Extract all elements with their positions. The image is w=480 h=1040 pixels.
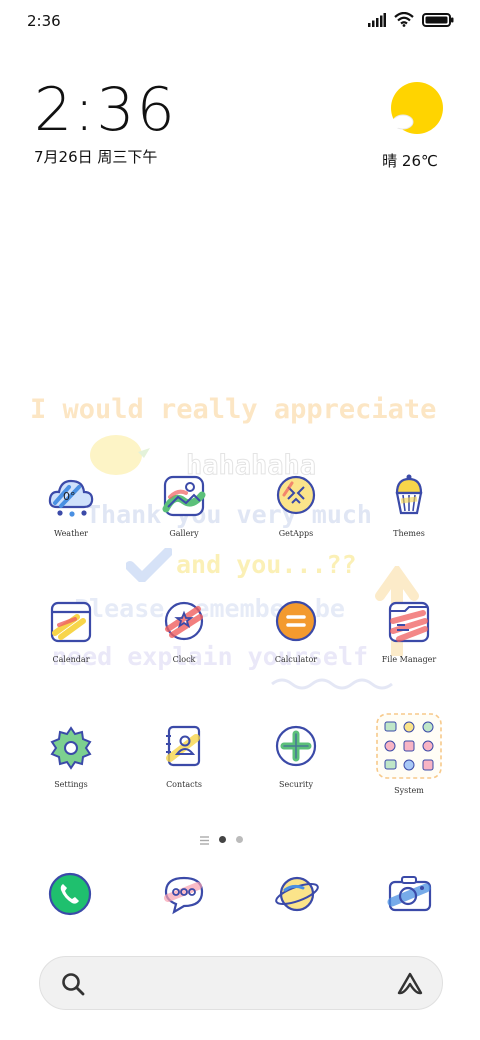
app-themes[interactable]: Themes <box>359 473 459 538</box>
wifi-icon <box>394 11 414 31</box>
feed-lines-icon <box>200 830 209 849</box>
contacts-app-icon <box>160 724 208 772</box>
folder-grid-icon <box>375 712 443 780</box>
clock-app-icon <box>160 599 208 647</box>
shield-plus-app-icon <box>272 724 320 772</box>
svg-text:0°: 0° <box>63 490 76 503</box>
weather-text: 晴 26℃ <box>382 152 438 170</box>
assistant-icon[interactable] <box>396 970 424 1002</box>
getapps-app-icon <box>272 473 320 521</box>
page-dot <box>236 836 243 843</box>
battery-icon <box>422 12 454 31</box>
app-label: GetApps <box>278 529 314 538</box>
dock-phone[interactable] <box>46 870 94 918</box>
app-calendar[interactable]: Calendar <box>21 599 121 664</box>
page-indicator[interactable] <box>200 830 243 849</box>
check-mark-icon <box>125 547 173 586</box>
phone-app-icon <box>46 872 94 922</box>
page-dot-active <box>219 836 226 843</box>
wave-doodle-icon <box>270 676 400 696</box>
app-label: System <box>394 786 424 795</box>
app-clock[interactable]: Clock <box>134 599 234 664</box>
calendar-app-icon <box>47 599 95 647</box>
message-app-icon <box>160 876 208 922</box>
widget-date: 7月26日 周三下午 <box>34 148 158 166</box>
app-calculator[interactable]: Calculator <box>246 599 346 664</box>
app-label: File Manager <box>381 655 437 664</box>
gallery-app-icon <box>160 473 208 521</box>
folder-app-icon <box>385 599 433 647</box>
app-system-folder[interactable]: System <box>359 712 459 795</box>
app-contacts[interactable]: Contacts <box>134 724 234 789</box>
status-bar: 2:36 <box>0 0 480 44</box>
search-icon[interactable] <box>60 971 86 1001</box>
wallpaper-line: I would really appreciate <box>30 394 437 425</box>
app-label: Security <box>279 780 313 789</box>
app-label: Weather <box>54 529 88 538</box>
app-label: Themes <box>393 529 425 538</box>
widget-time: 2:36 <box>34 75 177 145</box>
app-getapps[interactable]: GetApps <box>246 473 346 538</box>
app-label: Calendar <box>52 655 90 664</box>
wallpaper-line: and you...?? <box>176 550 357 579</box>
app-gallery[interactable]: Gallery <box>134 473 234 538</box>
signal-icon <box>368 12 386 31</box>
app-security[interactable]: Security <box>246 724 346 789</box>
browser-planet-icon <box>273 876 321 922</box>
sun-cloud-icon <box>389 82 443 140</box>
app-label: Contacts <box>166 780 202 789</box>
dock-browser[interactable] <box>273 870 321 918</box>
dock-messages[interactable] <box>160 870 208 918</box>
weather-widget[interactable]: 晴 26℃ <box>382 82 446 171</box>
app-label: Calculator <box>274 655 318 664</box>
camera-app-icon <box>386 876 434 922</box>
clock-widget[interactable]: 2:36 7月26日 周三下午 <box>34 78 177 167</box>
dock-camera[interactable] <box>386 870 434 918</box>
gear-app-icon <box>47 724 95 772</box>
app-file-manager[interactable]: File Manager <box>359 599 459 664</box>
app-label: Clock <box>172 655 196 664</box>
app-label: Settings <box>54 780 88 789</box>
app-label: Gallery <box>169 529 199 538</box>
app-settings[interactable]: Settings <box>21 724 121 789</box>
status-icons <box>368 11 454 31</box>
weather-app-icon: 0° <box>47 473 95 521</box>
calculator-app-icon <box>272 599 320 647</box>
app-weather[interactable]: 0° Weather <box>21 473 121 538</box>
status-time: 2:36 <box>27 12 61 30</box>
themes-app-icon <box>385 473 433 521</box>
search-bar[interactable] <box>39 956 443 1010</box>
